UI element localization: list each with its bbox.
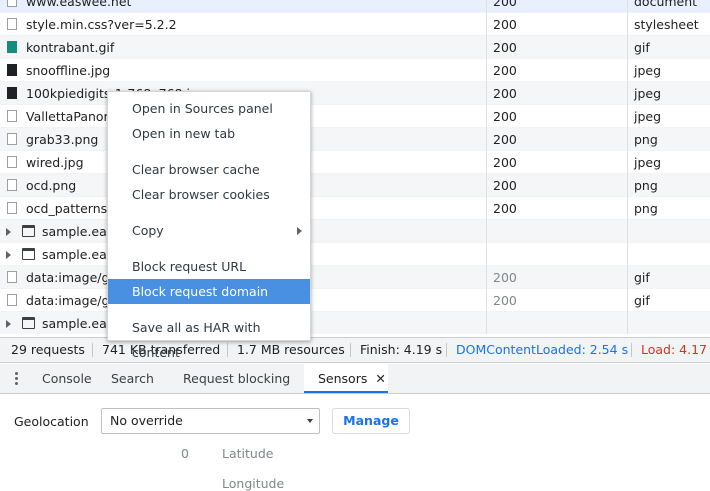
- menu-item-label: Copy: [132, 223, 164, 238]
- request-type: gif: [627, 266, 710, 289]
- request-type: png: [627, 197, 710, 220]
- tab-console[interactable]: Console: [42, 364, 92, 393]
- request-status: 200: [486, 13, 627, 36]
- menu-item-label: Block request domain: [132, 284, 269, 299]
- menu-item-clear-browser-cookies[interactable]: Clear browser cookies: [108, 182, 310, 207]
- request-status: 200: [486, 82, 627, 105]
- table-row[interactable]: kontrabant.gif 200 gif: [0, 36, 710, 59]
- drawer-tab-bar: Console Search Request blocking Sensors …: [0, 364, 710, 394]
- request-type: jpeg: [627, 151, 710, 174]
- request-name[interactable]: www.easwee.net: [0, 0, 486, 13]
- request-type: [627, 312, 710, 334]
- sensors-panel: Geolocation No override Manage 0 Latitud…: [0, 394, 710, 491]
- chevron-down-icon: [307, 419, 313, 423]
- load-time: Load: 4.17 s: [641, 342, 710, 357]
- menu-item-label: Clear browser cache: [132, 162, 260, 177]
- geolocation-select-value: No override: [110, 413, 183, 428]
- menu-item-copy[interactable]: Copy: [108, 218, 310, 243]
- divider: [92, 343, 93, 357]
- request-status: 200: [486, 174, 627, 197]
- request-name[interactable]: kontrabant.gif: [0, 36, 486, 59]
- menu-item-open-in-sources-panel[interactable]: Open in Sources panel: [108, 96, 310, 121]
- menu-item-label: Clear browser cookies: [132, 187, 270, 202]
- latitude-label: Latitude: [222, 446, 274, 461]
- request-name[interactable]: snooffline.jpg: [0, 59, 486, 82]
- resources-size: 1.7 MB resources: [237, 342, 345, 357]
- request-status: [486, 220, 627, 243]
- request-name[interactable]: style.min.css?ver=5.2.2: [0, 13, 486, 36]
- request-type: jpeg: [627, 105, 710, 128]
- divider: [631, 343, 632, 357]
- close-icon[interactable]: ✕: [375, 371, 385, 386]
- request-type: [627, 220, 710, 243]
- tab-search[interactable]: Search: [111, 364, 154, 393]
- menu-item-label: Open in new tab: [132, 126, 236, 141]
- geolocation-select[interactable]: No override: [101, 408, 320, 434]
- menu-item-save-all-as-har-with-content[interactable]: Save all as HAR with content: [108, 315, 310, 360]
- request-type: gif: [627, 289, 710, 312]
- table-row[interactable]: style.min.css?ver=5.2.2 200 stylesheet: [0, 13, 710, 36]
- divider: [446, 343, 447, 357]
- tab-request-blocking[interactable]: Request blocking: [183, 364, 290, 393]
- request-type: stylesheet: [627, 13, 710, 36]
- domcontentloaded-time: DOMContentLoaded: 2.54 s: [456, 342, 629, 357]
- table-row[interactable]: www.easwee.net 200 document: [0, 0, 710, 13]
- request-status: 200: [486, 266, 627, 289]
- latitude-value: 0: [181, 446, 189, 461]
- geolocation-label: Geolocation: [14, 414, 89, 429]
- request-type: document: [627, 0, 710, 13]
- request-status: 200: [486, 151, 627, 174]
- request-status: 200: [486, 36, 627, 59]
- tab-sensors[interactable]: Sensors ✕: [304, 364, 388, 393]
- request-type: [627, 243, 710, 266]
- manage-button[interactable]: Manage: [332, 408, 410, 434]
- request-status: 200: [486, 289, 627, 312]
- request-status: 200: [486, 197, 627, 220]
- menu-item-clear-browser-cache[interactable]: Clear browser cache: [108, 157, 310, 182]
- tab-sensors-label: Sensors: [318, 371, 368, 386]
- more-options-icon[interactable]: [15, 372, 18, 386]
- menu-item-block-request-domain[interactable]: Block request domain: [108, 279, 310, 304]
- menu-item-block-request-url[interactable]: Block request URL: [108, 254, 310, 279]
- request-count: 29 requests: [11, 342, 85, 357]
- menu-item-label: Open in Sources panel: [132, 101, 273, 116]
- context-menu: Open in Sources panel Open in new tab Clea…: [107, 91, 311, 360]
- request-status: [486, 312, 627, 334]
- request-status: 200: [486, 128, 627, 151]
- menu-item-label: Block request URL: [132, 259, 247, 274]
- request-status: 200: [486, 0, 627, 13]
- request-type: png: [627, 128, 710, 151]
- menu-item-open-in-new-tab[interactable]: Open in new tab: [108, 121, 310, 146]
- request-type: jpeg: [627, 82, 710, 105]
- longitude-label: Longitude: [222, 476, 285, 491]
- request-type: gif: [627, 36, 710, 59]
- request-status: [486, 243, 627, 266]
- request-status: 200: [486, 105, 627, 128]
- finish-time: Finish: 4.19 s: [360, 342, 443, 357]
- submenu-arrow-icon: [297, 227, 302, 235]
- table-row[interactable]: snooffline.jpg 200 jpeg: [0, 59, 710, 82]
- request-type: png: [627, 174, 710, 197]
- divider: [227, 343, 228, 357]
- divider: [350, 343, 351, 357]
- request-type: jpeg: [627, 59, 710, 82]
- request-status: 200: [486, 59, 627, 82]
